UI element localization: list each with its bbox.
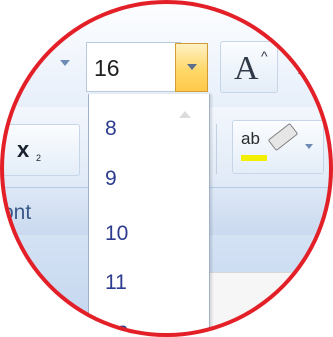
chevron-down-icon[interactable] xyxy=(305,144,313,149)
subscript-button[interactable]: x 2 xyxy=(2,124,80,176)
font-size-option-12[interactable]: 12 xyxy=(105,322,128,335)
font-group-label: ont xyxy=(2,201,32,224)
font-name-dropdown-arrow-icon[interactable] xyxy=(60,60,70,66)
text-highlight-color-button[interactable]: ab xyxy=(232,120,324,174)
chevron-down-icon xyxy=(187,64,197,70)
font-size-option-11[interactable]: 11 xyxy=(105,271,127,295)
font-size-option-9[interactable]: 9 xyxy=(105,167,117,191)
divider xyxy=(216,124,217,174)
grow-caret-icon: ^ xyxy=(261,48,268,64)
subscript-index: 2 xyxy=(36,153,42,163)
shrink-font-button[interactable]: A xyxy=(298,54,314,80)
scroll-up-button[interactable] xyxy=(173,108,197,122)
grow-font-button[interactable]: A ^ xyxy=(220,41,278,93)
grow-font-icon: A xyxy=(234,50,259,87)
font-size-option-10[interactable]: 10 xyxy=(105,222,128,246)
highlight-color-swatch xyxy=(241,155,267,161)
zoomed-ribbon-view: 16 A ^ A x 2 ont ab 8 9 10 11 12 xyxy=(2,2,331,335)
font-size-dropdown-list: 8 9 10 11 12 xyxy=(88,94,210,335)
font-size-option-8[interactable]: 8 xyxy=(105,117,117,141)
font-size-value[interactable]: 16 xyxy=(94,55,120,82)
subscript-icon: x xyxy=(17,137,30,162)
scroll-up-icon xyxy=(179,111,191,118)
highlighter-icon xyxy=(267,122,299,152)
highlight-text-label: ab xyxy=(241,129,260,148)
document-area xyxy=(202,272,331,335)
font-size-dropdown-button[interactable] xyxy=(175,43,208,92)
